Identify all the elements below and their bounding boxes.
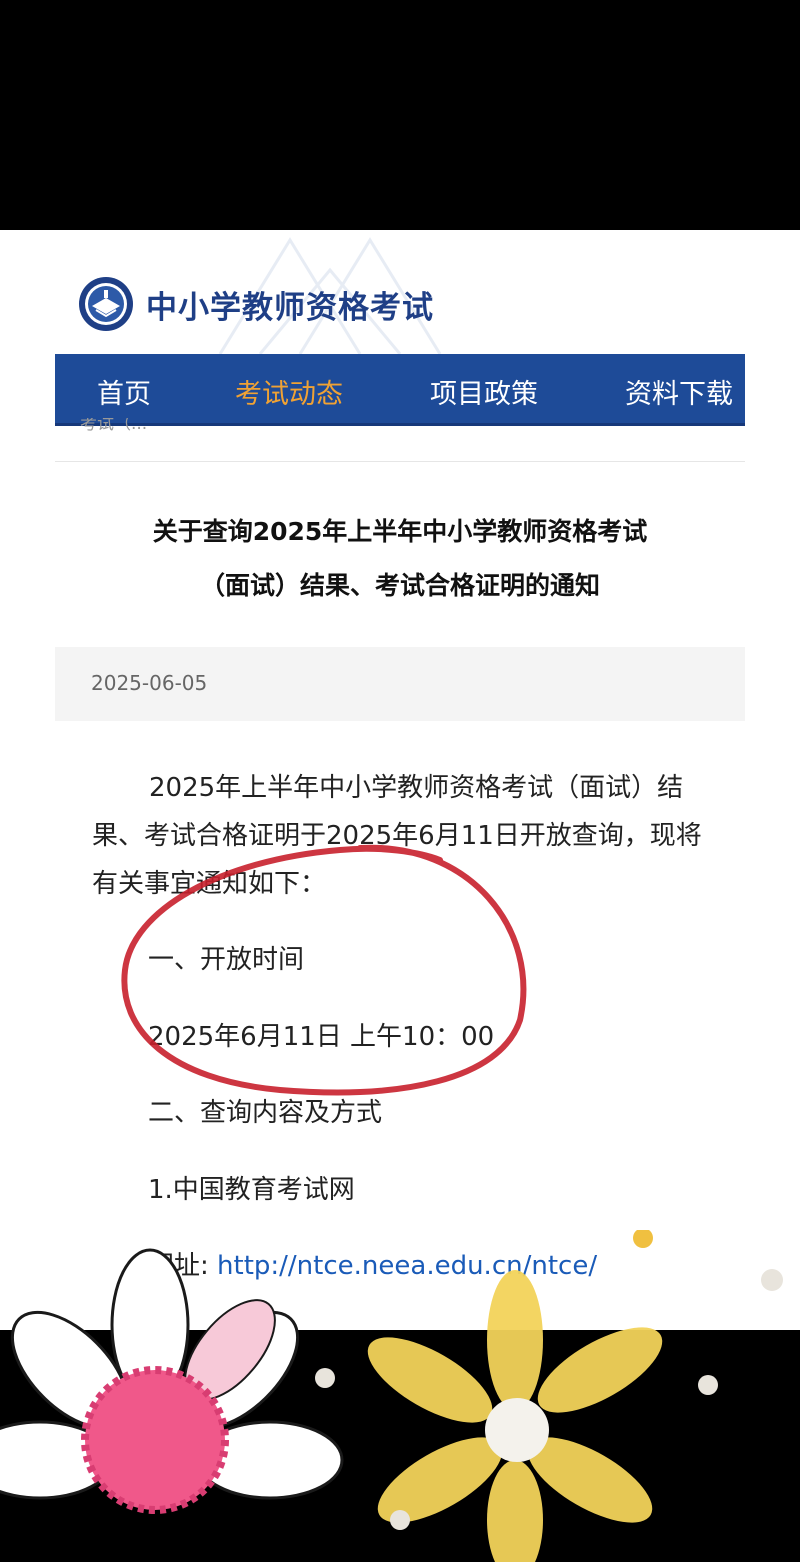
section1-heading: 一、开放时间 bbox=[148, 945, 305, 975]
site-title[interactable]: 中小学教师资格考试 bbox=[146, 282, 434, 327]
section2-heading: 二、查询内容及方式 bbox=[148, 1098, 383, 1128]
emblem-logo-icon[interactable] bbox=[78, 276, 134, 332]
site-header: 中小学教师资格考试 bbox=[0, 230, 800, 354]
article-title-line2: （面试）结果、考试合格证明的通知 bbox=[199, 571, 600, 600]
divider bbox=[55, 461, 745, 462]
intro-paragraph: 2025年上半年中小学教师资格考试（面试）结果、考试合格证明于2025年6月11… bbox=[92, 773, 702, 899]
article-title: 关于查询2025年上半年中小学教师资格考试 （面试）结果、考试合格证明的通知 bbox=[55, 505, 745, 613]
nav-item-policy[interactable]: 项目政策 bbox=[430, 372, 538, 411]
section1-value: 2025年6月11日 上午10：00 bbox=[148, 1022, 495, 1052]
nav-item-home[interactable]: 首页 bbox=[97, 372, 151, 411]
article-title-line1: 关于查询2025年上半年中小学教师资格考试 bbox=[152, 517, 648, 546]
item1: 1.中国教育考试网 bbox=[148, 1175, 355, 1205]
nav-item-downloads[interactable]: 资料下载 bbox=[625, 372, 733, 411]
pink-flower-sticker bbox=[0, 1248, 344, 1514]
flower-stickers bbox=[0, 1230, 783, 1562]
date-bar: 2025-06-05 bbox=[55, 647, 745, 721]
main-nav: 首页 考试动态 项目政策 资料下载 bbox=[55, 354, 745, 426]
publish-date: 2025-06-05 bbox=[91, 671, 208, 695]
nav-item-exam-news[interactable]: 考试动态 bbox=[235, 372, 343, 411]
webpage: 中小学教师资格考试 首页 考试动态 项目政策 资料下载 考试（... 关于查询2… bbox=[0, 230, 800, 1330]
breadcrumb[interactable]: 考试（... bbox=[80, 418, 147, 432]
